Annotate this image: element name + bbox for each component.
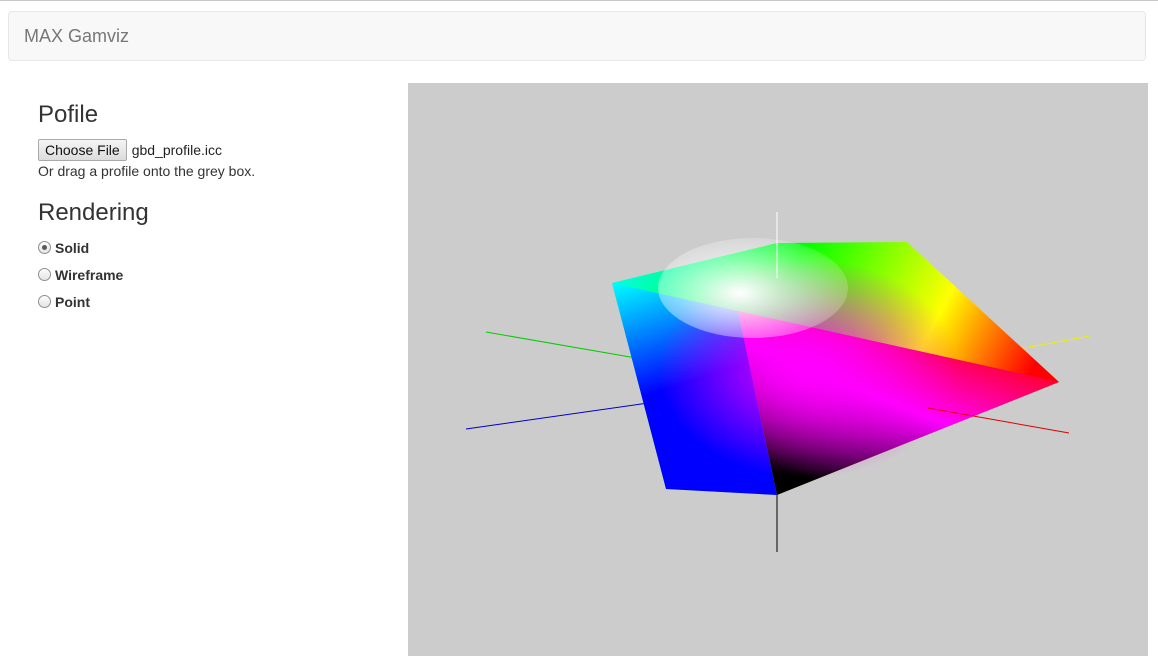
top-border (0, 0, 1158, 1)
rendering-heading: Rendering (38, 199, 149, 226)
drag-hint: Or drag a profile onto the grey box. (38, 163, 256, 179)
navbar: MAX Gamviz (8, 11, 1146, 61)
brand-title[interactable]: MAX Gamviz (24, 26, 129, 46)
radio-point[interactable]: Point (38, 293, 90, 311)
radio-point-label: Point (55, 294, 90, 310)
gamut-canvas[interactable] (408, 83, 1148, 656)
radio-point-indicator[interactable] (38, 294, 51, 308)
gamut-viewer[interactable] (408, 83, 1148, 656)
gamut-white-glow (658, 238, 848, 338)
radio-wireframe-label: Wireframe (55, 267, 124, 283)
radio-wireframe[interactable]: Wireframe (38, 266, 123, 284)
selected-filename: gbd_profile.icc (131, 142, 222, 158)
radio-wireframe-indicator[interactable] (38, 267, 51, 281)
file-input[interactable]: Choose File gbd_profile.icc (38, 139, 222, 161)
radio-solid[interactable]: Solid (38, 239, 89, 257)
choose-file-button[interactable]: Choose File (38, 139, 127, 161)
axis-green (485, 331, 637, 359)
radio-solid-indicator[interactable] (38, 240, 51, 254)
radio-solid-label: Solid (55, 240, 90, 256)
axis-blue (465, 402, 649, 430)
profile-heading: Pofile (38, 101, 99, 128)
